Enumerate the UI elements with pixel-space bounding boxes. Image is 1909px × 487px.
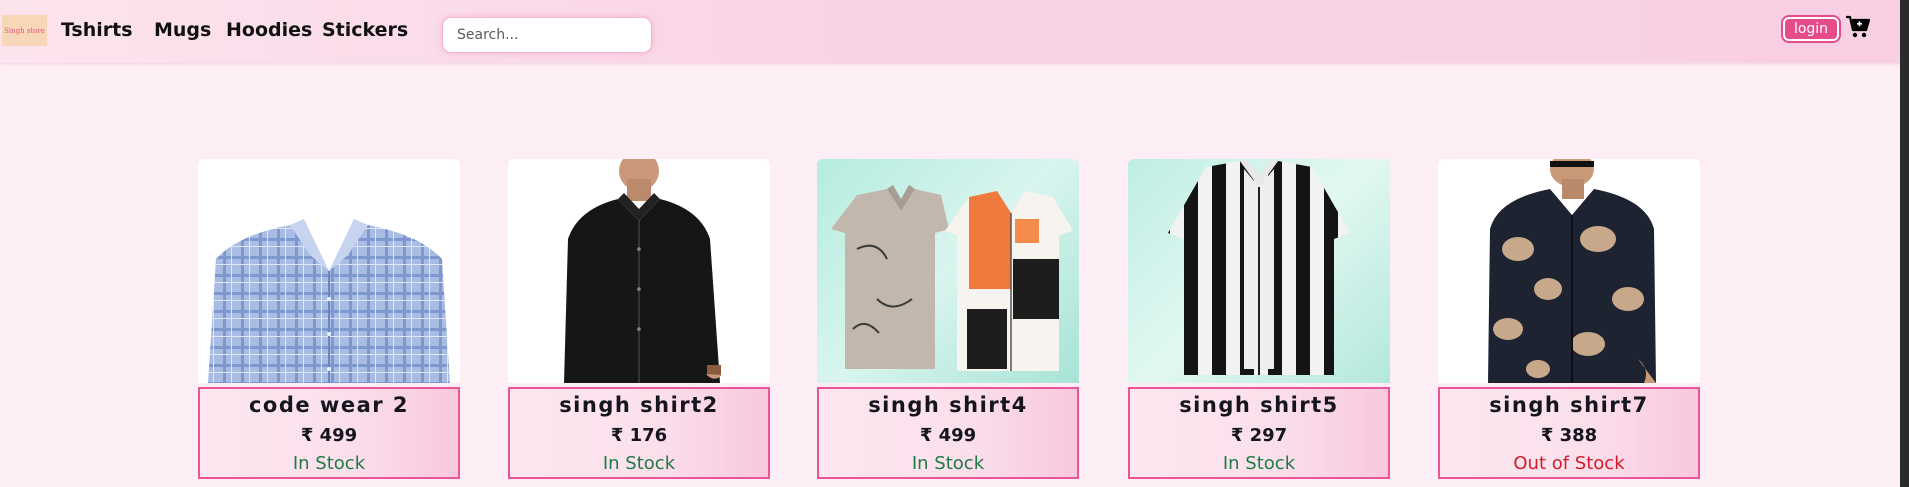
nav-link-hoodies[interactable]: Hoodies — [226, 19, 312, 41]
product-title: singh shirt5 — [1179, 393, 1339, 417]
stock-status: In Stock — [911, 453, 985, 474]
product-card[interactable]: singh shirt5 ₹ 297 In Stock — [1128, 159, 1390, 479]
product-info: singh shirt4 ₹ 499 In Stock — [817, 387, 1079, 479]
navbar: Singh store Tshirts Mugs Hoodies Sticker… — [0, 0, 1900, 63]
stock-status: In Stock — [602, 453, 676, 474]
product-price: ₹ 297 — [1230, 425, 1288, 446]
nav-link-mugs[interactable]: Mugs — [154, 19, 211, 41]
product-info: singh shirt7 ₹ 388 Out of Stock — [1438, 387, 1700, 479]
product-image[interactable] — [198, 159, 460, 383]
stock-status: Out of Stock — [1513, 453, 1625, 474]
product-price: ₹ 499 — [919, 425, 977, 446]
product-info: singh shirt5 ₹ 297 In Stock — [1128, 387, 1390, 479]
store-logo[interactable]: Singh store — [2, 15, 47, 46]
product-title: singh shirt2 — [559, 393, 719, 417]
product-image[interactable] — [817, 159, 1079, 383]
product-card[interactable]: singh shirt2 ₹ 176 In Stock — [508, 159, 770, 479]
nav-link-stickers[interactable]: Stickers — [322, 19, 408, 41]
product-title: singh shirt4 — [868, 393, 1028, 417]
product-title: code wear 2 — [248, 393, 410, 417]
login-button[interactable]: login — [1783, 17, 1839, 41]
product-image[interactable] — [1438, 159, 1700, 383]
stock-status: In Stock — [292, 453, 366, 474]
product-price: ₹ 388 — [1540, 425, 1598, 446]
stock-status: In Stock — [1222, 453, 1296, 474]
product-info: code wear 2 ₹ 499 In Stock — [198, 387, 460, 479]
search-input[interactable] — [442, 17, 652, 53]
window-edge — [1900, 0, 1909, 487]
product-card[interactable]: code wear 2 ₹ 499 In Stock — [198, 159, 460, 479]
product-price: ₹ 499 — [300, 425, 358, 446]
product-image[interactable] — [508, 159, 770, 383]
product-title: singh shirt7 — [1489, 393, 1649, 417]
product-card[interactable]: singh shirt7 ₹ 388 Out of Stock — [1438, 159, 1700, 479]
nav-link-tshirts[interactable]: Tshirts — [61, 19, 133, 41]
product-card[interactable]: singh shirt4 ₹ 499 In Stock — [817, 159, 1079, 479]
cart-icon[interactable] — [1845, 14, 1871, 40]
product-image[interactable] — [1128, 159, 1390, 383]
product-info: singh shirt2 ₹ 176 In Stock — [508, 387, 770, 479]
product-price: ₹ 176 — [610, 425, 668, 446]
